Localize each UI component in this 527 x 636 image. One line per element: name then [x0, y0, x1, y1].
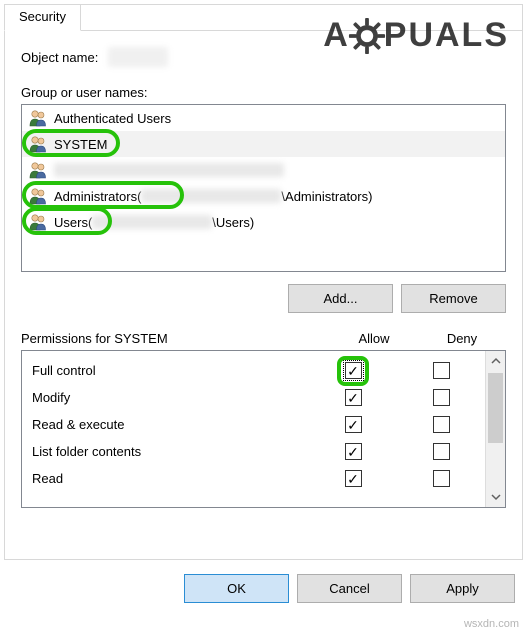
permission-name: Read & execute	[32, 417, 309, 432]
users-group-icon	[28, 161, 48, 179]
chevron-down-icon	[491, 492, 501, 502]
deny-checkbox[interactable]	[433, 389, 450, 406]
permission-row: List folder contents	[22, 438, 485, 465]
allow-cell	[309, 362, 397, 379]
ok-button[interactable]: OK	[184, 574, 289, 603]
dialog-button-row: OK Cancel Apply	[0, 564, 527, 617]
permissions-header: Permissions for SYSTEM Allow Deny	[21, 331, 506, 346]
permission-row: Modify	[22, 384, 485, 411]
deny-checkbox[interactable]	[433, 443, 450, 460]
scroll-up-button[interactable]	[486, 351, 505, 371]
allow-cell	[309, 470, 397, 487]
allow-checkbox[interactable]	[345, 362, 362, 379]
remove-button[interactable]: Remove	[401, 284, 506, 313]
scrollbar-thumb[interactable]	[488, 373, 503, 443]
scroll-down-button[interactable]	[486, 487, 505, 507]
deny-column-label: Deny	[418, 331, 506, 346]
permission-name: Full control	[32, 363, 309, 378]
permissions-scrollbar[interactable]	[485, 351, 505, 507]
list-item-label: Authenticated Users	[54, 111, 171, 126]
allow-cell	[309, 389, 397, 406]
list-item-label: Users (\Users)	[54, 215, 254, 230]
permissions-listbox: Full control Modify Read & execute List fol…	[21, 350, 506, 508]
list-item-label: SYSTEM	[54, 137, 107, 152]
deny-cell	[397, 362, 485, 379]
permission-name: List folder contents	[32, 444, 309, 459]
source-watermark: wsxdn.com	[464, 618, 519, 630]
allow-cell	[309, 443, 397, 460]
tab-content: Object name: Group or user names: Authen…	[5, 31, 522, 524]
list-item-label	[54, 163, 284, 177]
security-tab-panel: Security Object name: Group or user name…	[4, 4, 523, 560]
permissions-for-label: Permissions for SYSTEM	[21, 331, 330, 346]
users-group-icon	[28, 135, 48, 153]
allow-checkbox[interactable]	[345, 389, 362, 406]
allow-checkbox[interactable]	[345, 470, 362, 487]
object-name-label: Object name:	[21, 50, 98, 65]
permission-name: Modify	[32, 390, 309, 405]
tab-strip: Security	[5, 5, 522, 31]
list-item[interactable]: SYSTEM	[22, 131, 505, 157]
allow-column-label: Allow	[330, 331, 418, 346]
deny-cell	[397, 416, 485, 433]
deny-cell	[397, 470, 485, 487]
apply-button[interactable]: Apply	[410, 574, 515, 603]
redacted-text	[54, 163, 284, 177]
chevron-up-icon	[491, 356, 501, 366]
users-group-icon	[28, 213, 48, 231]
tab-security[interactable]: Security	[4, 4, 81, 31]
deny-checkbox[interactable]	[433, 470, 450, 487]
allow-cell	[309, 416, 397, 433]
redacted-text	[92, 215, 212, 229]
users-group-icon	[28, 109, 48, 127]
add-button[interactable]: Add...	[288, 284, 393, 313]
allow-checkbox[interactable]	[345, 416, 362, 433]
scrollbar-track[interactable]	[486, 371, 505, 487]
deny-cell	[397, 443, 485, 460]
list-item-label: Administrators (\Administrators)	[54, 189, 372, 204]
group-user-names-listbox[interactable]: Authenticated Users SYSTEM Administrators …	[21, 104, 506, 272]
permission-row: Read	[22, 465, 485, 492]
deny-checkbox[interactable]	[433, 362, 450, 379]
redacted-text	[141, 189, 281, 203]
group-or-user-names-label: Group or user names:	[21, 85, 506, 100]
users-group-icon	[28, 187, 48, 205]
list-item[interactable]: Administrators (\Administrators)	[22, 183, 505, 209]
permission-name: Read	[32, 471, 309, 486]
tab-label: Security	[19, 9, 66, 24]
list-item[interactable]	[22, 157, 505, 183]
permissions-scroll-area: Full control Modify Read & execute List fol…	[22, 351, 485, 507]
object-name-value-blurred	[108, 47, 168, 67]
permission-row: Full control	[22, 357, 485, 384]
cancel-button[interactable]: Cancel	[297, 574, 402, 603]
object-name-row: Object name:	[21, 47, 506, 67]
permission-row: Read & execute	[22, 411, 485, 438]
list-buttons-row: Add... Remove	[21, 284, 506, 313]
list-item[interactable]: Users (\Users)	[22, 209, 505, 235]
allow-checkbox[interactable]	[345, 443, 362, 460]
deny-cell	[397, 389, 485, 406]
deny-checkbox[interactable]	[433, 416, 450, 433]
list-item[interactable]: Authenticated Users	[22, 105, 505, 131]
